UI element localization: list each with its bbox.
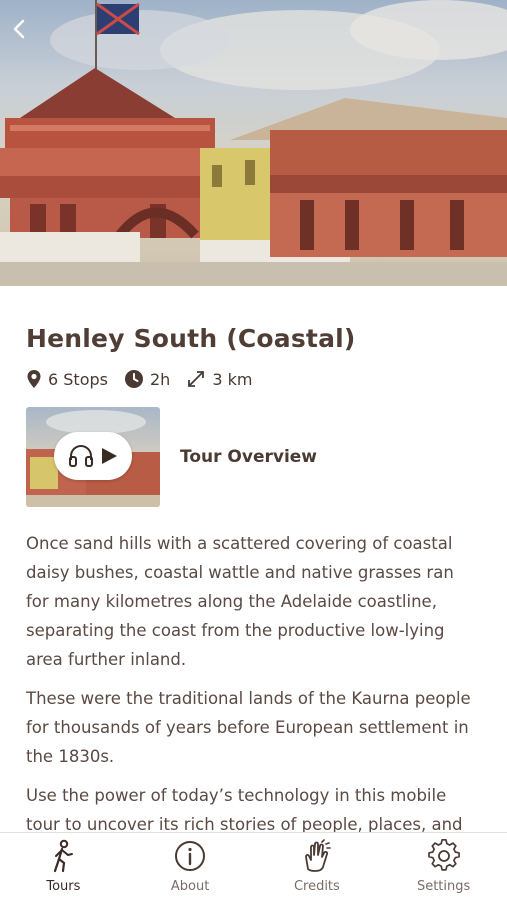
tab-about[interactable]: About — [127, 833, 254, 900]
duration-label: 2h — [149, 369, 171, 389]
tab-settings[interactable]: Settings — [380, 833, 507, 900]
tab-label: Tours — [46, 879, 81, 894]
hiker-icon — [54, 839, 74, 873]
tour-meta: 6 Stops 2h 3 km — [26, 369, 481, 389]
description-paragraph: These were the traditional lands of the … — [26, 689, 471, 766]
tab-label: Settings — [416, 879, 471, 894]
tour-overview-label: Tour Overview — [180, 447, 318, 467]
tab-label: About — [170, 879, 210, 894]
stops-count: 6 Stops — [26, 369, 108, 389]
tab-label: Credits — [293, 879, 340, 894]
gear-icon — [427, 839, 460, 871]
distance-label: 3 km — [212, 369, 253, 389]
tour-overview-audio[interactable]: Tour Overview — [26, 407, 481, 507]
tour-description: Once sand hills with a scattered coverin… — [26, 529, 481, 832]
chevron-left-icon — [13, 19, 25, 39]
headphones-icon — [69, 444, 93, 467]
back-button[interactable] — [12, 18, 40, 46]
play-audio-button[interactable] — [54, 432, 132, 480]
stops-label: 6 Stops — [48, 369, 108, 389]
clock-icon — [124, 370, 143, 388]
description-paragraph: Once sand hills with a scattered coverin… — [26, 534, 454, 669]
duration: 2h — [124, 369, 170, 389]
description-paragraph: Use the power of today’s technology in t… — [26, 786, 463, 832]
distance: 3 km — [186, 369, 252, 389]
diagonal-arrows-icon — [188, 371, 205, 387]
tab-credits[interactable]: Credits — [254, 833, 381, 900]
tab-tours[interactable]: Tours — [0, 833, 127, 900]
hero-image — [0, 0, 507, 286]
historic-hotel-photo — [0, 0, 507, 286]
info-icon — [175, 841, 206, 871]
location-pin-icon — [27, 370, 41, 388]
overview-thumbnail — [26, 407, 160, 507]
tour-title: Henley South (Coastal) — [26, 324, 356, 353]
bottom-tab-bar: Tours About Credits Settings — [0, 832, 507, 900]
tour-detail-content: Henley South (Coastal) 6 Stops 2h 3 km T… — [26, 286, 481, 832]
play-icon — [102, 448, 117, 464]
clapping-hands-icon — [304, 839, 331, 872]
